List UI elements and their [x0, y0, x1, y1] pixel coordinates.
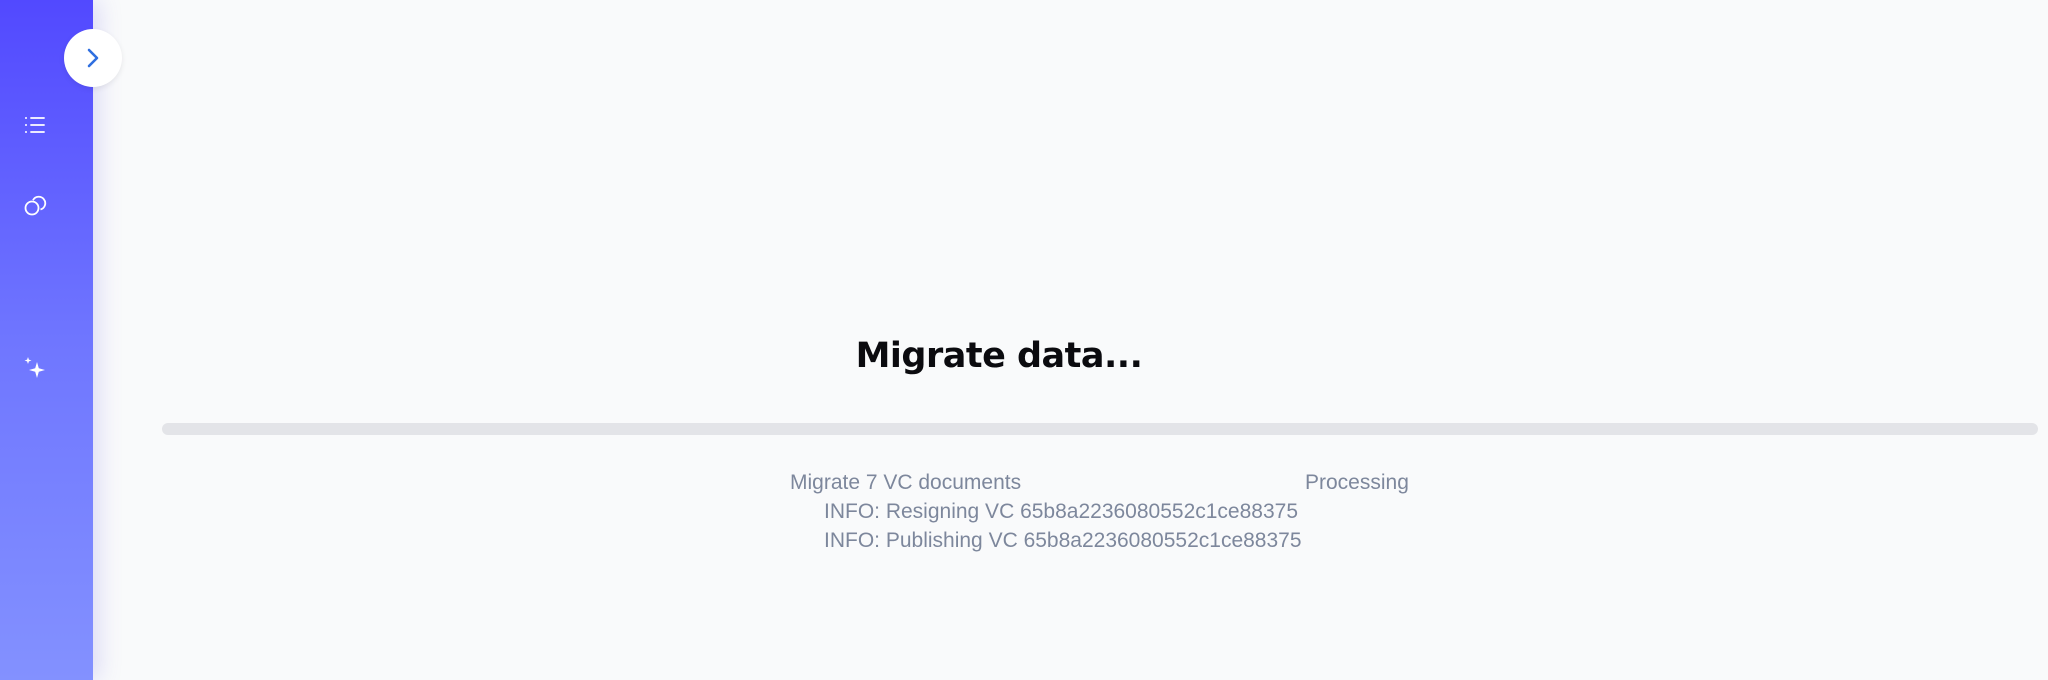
main-content: Migrate data... Migrate 7 VC documents P…	[93, 0, 2048, 680]
chevron-right-icon	[87, 48, 99, 68]
page-title: Migrate data...	[855, 336, 1143, 376]
status-text: Processing	[1305, 471, 1409, 494]
log-line: INFO: Resigning VC 65b8a2236080552c1ce88…	[824, 500, 1299, 523]
title-container: Migrate data...	[93, 336, 1905, 376]
task-label: Migrate 7 VC documents	[790, 471, 1022, 494]
sparkles-icon	[24, 357, 45, 378]
list-icon	[25, 117, 45, 133]
sidebar	[0, 0, 93, 680]
sidebar-item-list[interactable]	[22, 112, 48, 138]
progress-bar	[162, 423, 2038, 435]
sidebar-item-ai[interactable]	[22, 355, 48, 381]
sidebar-item-connections[interactable]	[22, 193, 48, 219]
app-window: Migrate data... Migrate 7 VC documents P…	[0, 0, 2048, 680]
linked-circles-icon	[24, 195, 47, 216]
sidebar-toggle-button[interactable]	[64, 29, 122, 87]
log-line: INFO: Publishing VC 65b8a2236080552c1ce8…	[824, 529, 1302, 552]
